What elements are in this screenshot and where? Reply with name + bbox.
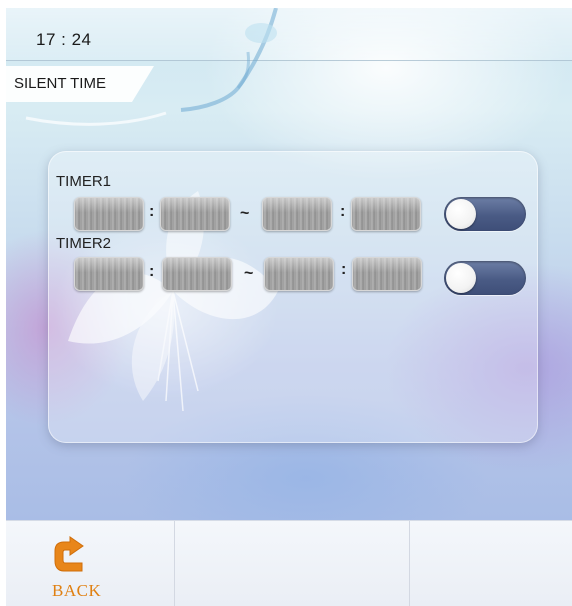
- timer1-start-colon: :: [149, 203, 155, 220]
- clock-time: 17 : 24: [36, 30, 92, 49]
- timer2-enable-toggle[interactable]: [444, 261, 526, 295]
- toggle-knob: [446, 263, 476, 293]
- bottom-bar-divider: [174, 521, 175, 606]
- timer1-end-hour-field[interactable]: [262, 197, 332, 231]
- timer-panel: TIMER1 : ~ : TIMER2 : ~ :: [48, 151, 538, 443]
- timer1-range-tilde: ~: [240, 205, 250, 222]
- timer1-start-hour-field[interactable]: [74, 197, 144, 231]
- timer2-start-hour-field[interactable]: [74, 257, 144, 291]
- timer1-start-minute-field[interactable]: [160, 197, 230, 231]
- timer2-range-tilde: ~: [244, 265, 254, 282]
- timer1-end-minute-field[interactable]: [351, 197, 421, 231]
- bottom-bar-divider: [409, 521, 410, 606]
- timer1-label: TIMER1: [56, 173, 112, 190]
- back-arrow-icon: [54, 536, 84, 572]
- timer1-end-colon: :: [340, 203, 346, 220]
- timer1-enable-toggle[interactable]: [444, 197, 526, 231]
- silent-time-screen: 17 : 24 SILENT TIME TIMER1 : ~ : TIMER2 …: [6, 8, 572, 606]
- back-button-label: BACK: [52, 581, 102, 600]
- timer2-start-minute-field[interactable]: [162, 257, 232, 291]
- bottom-navigation-bar: BACK: [6, 520, 572, 606]
- timer2-end-hour-field[interactable]: [264, 257, 334, 291]
- toggle-knob: [446, 199, 476, 229]
- back-button[interactable]: BACK: [6, 521, 174, 606]
- timer2-start-colon: :: [149, 263, 155, 280]
- timer2-label: TIMER2: [56, 235, 112, 252]
- timer2-end-minute-field[interactable]: [352, 257, 422, 291]
- page-title-tab: SILENT TIME: [6, 66, 154, 102]
- flower-decoration: [68, 191, 278, 412]
- page-title: SILENT TIME: [14, 75, 106, 92]
- timer2-end-colon: :: [341, 261, 347, 278]
